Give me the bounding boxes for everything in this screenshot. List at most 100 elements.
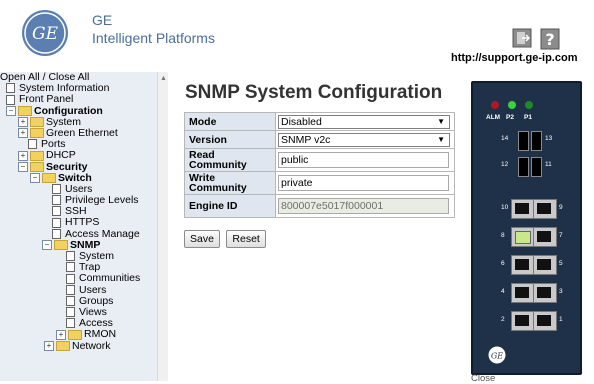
sidebar-item-label: Security <box>46 160 88 173</box>
brand-subtitle: Intelligent Platforms <box>92 30 215 46</box>
mode-label: Mode <box>184 112 276 131</box>
port-number: 11 <box>545 161 552 168</box>
sidebar-item-label: SNMP <box>70 238 101 251</box>
mode-value: Disabled <box>281 115 322 128</box>
page-icon <box>6 83 15 94</box>
device-front-panel: ALM P2 P1 14 13 12 11 10 9 8 7 6 5 4 3 2… <box>471 81 582 375</box>
alarm-led <box>491 101 499 109</box>
sidebar-item-label: Green Ethernet <box>46 126 118 139</box>
rj45-port-3[interactable] <box>533 283 557 303</box>
rj45-port-6[interactable] <box>511 255 535 275</box>
rj45-port-5[interactable] <box>533 255 557 275</box>
sidebar-item-label: RMON <box>84 328 117 341</box>
rj45-port-2[interactable] <box>511 311 535 331</box>
logout-icon[interactable] <box>512 28 532 48</box>
scroll-up-icon[interactable]: ▲ <box>160 75 167 82</box>
port-number: 8 <box>501 232 505 239</box>
port-number: 12 <box>501 161 509 168</box>
port-number: 14 <box>501 135 509 142</box>
sidebar-item-green-ethernet[interactable]: + Green Ethernet <box>0 126 158 139</box>
help-icon[interactable]: ? <box>540 28 560 50</box>
power1-led-label: P1 <box>524 114 532 121</box>
expand-icon[interactable]: + <box>18 150 28 161</box>
sidebar: Open All / Close All System Information … <box>0 72 168 381</box>
write-community-input[interactable]: private <box>278 175 449 191</box>
version-label: Version <box>184 130 276 149</box>
sidebar-item-label: Groups <box>79 294 114 307</box>
power2-led-label: P2 <box>506 114 514 121</box>
rj45-port-9[interactable] <box>533 199 557 219</box>
sidebar-item-label: System Information <box>19 82 110 95</box>
page-icon <box>52 184 61 195</box>
expand-icon[interactable]: + <box>18 116 28 127</box>
navigation-tree: Open All / Close All System Information … <box>0 72 158 352</box>
save-button[interactable]: Save <box>184 230 220 248</box>
sidebar-item-ports[interactable]: Ports <box>0 139 158 150</box>
engine-id-input[interactable]: 800007e5017f000001 <box>278 198 449 214</box>
sidebar-item-label: System <box>46 115 82 128</box>
sidebar-item-label: Privilege Levels <box>65 194 139 207</box>
support-link[interactable]: http://support.ge-ip.com <box>451 52 577 64</box>
read-community-label: Read Community <box>184 148 276 172</box>
expand-icon[interactable]: + <box>18 128 28 139</box>
sidebar-item-label: System <box>79 250 115 262</box>
sidebar-scrollbar[interactable]: ▲ <box>157 72 168 381</box>
mode-select[interactable]: Disabled ▼ <box>278 114 450 129</box>
rj45-port-4[interactable] <box>511 283 535 303</box>
sidebar-item-label: SSH <box>65 205 87 218</box>
reset-button[interactable]: Reset <box>226 230 266 248</box>
sidebar-item-label: Access Manage <box>65 227 140 240</box>
fiber-port-11[interactable] <box>531 157 542 177</box>
page-icon <box>66 273 75 284</box>
sidebar-item-label: Views <box>79 305 107 318</box>
header: GE GE Intelligent Platforms ? http://sup… <box>0 0 594 70</box>
sidebar-item-label: Configuration <box>34 104 103 117</box>
sidebar-item-label: Access <box>79 317 113 330</box>
page-icon <box>28 139 37 150</box>
dropdown-arrow-icon: ▼ <box>437 116 445 126</box>
svg-text:GE: GE <box>491 352 503 361</box>
folder-icon <box>68 329 82 340</box>
page-icon <box>66 307 75 318</box>
table-row: Engine ID 800007e5017f000001 <box>184 194 455 218</box>
read-community-input[interactable]: public <box>278 152 449 168</box>
rj45-port-7[interactable] <box>533 227 557 247</box>
folder-icon <box>30 116 44 127</box>
port-number: 6 <box>501 260 505 267</box>
port-number: 5 <box>559 260 563 267</box>
brand-name: GE <box>92 12 113 28</box>
collapse-icon[interactable]: − <box>6 105 16 116</box>
fiber-port-12[interactable] <box>518 157 529 177</box>
sidebar-item-label: Communities <box>79 272 141 285</box>
folder-icon <box>30 150 44 161</box>
sidebar-item-label: Front Panel <box>19 93 74 106</box>
rj45-port-1[interactable] <box>533 311 557 331</box>
sidebar-item-access[interactable]: Access <box>0 318 158 329</box>
folder-icon <box>54 240 68 251</box>
write-community-label: Write Community <box>184 171 276 195</box>
snmp-config-table: Mode Disabled ▼ Version SNMP v2c ▼ Read … <box>184 112 455 218</box>
table-row: Version SNMP v2c ▼ <box>184 130 455 149</box>
sidebar-item-network[interactable]: + Network <box>0 340 158 352</box>
rj45-port-8[interactable] <box>511 227 535 247</box>
svg-text:GE: GE <box>32 24 59 44</box>
collapse-icon[interactable]: − <box>42 240 52 251</box>
collapse-icon[interactable]: − <box>30 172 40 183</box>
expand-icon[interactable]: + <box>56 329 66 340</box>
sidebar-item-label: HTTPS <box>65 216 100 229</box>
fiber-port-14[interactable] <box>518 131 529 151</box>
page-icon <box>66 262 75 273</box>
page-icon <box>52 217 61 228</box>
version-select[interactable]: SNMP v2c ▼ <box>278 132 450 147</box>
rj45-port-10[interactable] <box>511 199 535 219</box>
folder-icon <box>42 172 56 183</box>
collapse-icon[interactable]: − <box>18 161 28 172</box>
sidebar-item-label: Users <box>65 182 93 195</box>
close-link[interactable]: Close <box>471 373 495 384</box>
port-number: 3 <box>559 288 563 295</box>
page-icon <box>66 251 75 262</box>
expand-icon[interactable]: + <box>44 340 54 351</box>
table-row: Read Community public <box>184 148 455 172</box>
folder-icon <box>56 340 70 351</box>
fiber-port-13[interactable] <box>531 131 542 151</box>
